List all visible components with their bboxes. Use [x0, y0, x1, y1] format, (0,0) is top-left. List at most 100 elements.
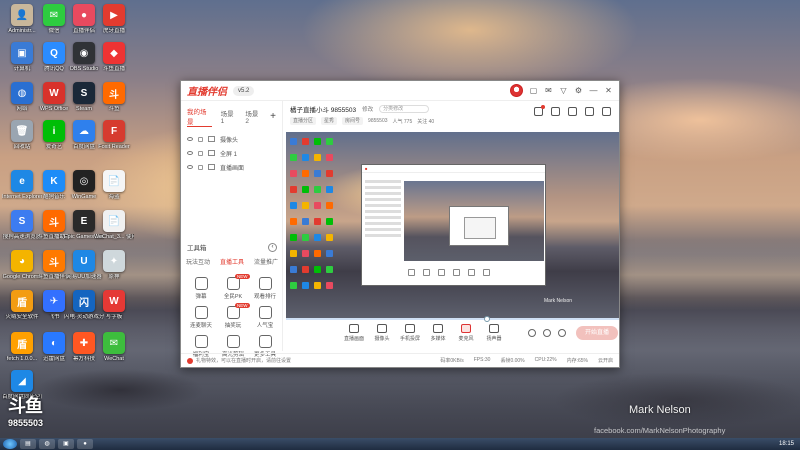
meta-chip[interactable]: 星秀: [321, 117, 338, 125]
title-bar[interactable]: 直播伴侣 v5.2 ▢ ✉ ▽ ⚙ — ✕: [181, 81, 619, 101]
minimize-icon[interactable]: —: [589, 86, 598, 95]
tool-icon: [258, 335, 272, 348]
speaker-button[interactable]: 扬声器: [480, 324, 508, 342]
mirrored-desktop-icon: [290, 218, 297, 225]
gift-icon[interactable]: [534, 105, 545, 116]
source-item[interactable]: 摄像头: [181, 132, 282, 146]
desktop-icon-label: WeChat: [104, 356, 124, 362]
screen-capture-button[interactable]: 直播画面: [340, 324, 368, 342]
media-icon: [433, 324, 443, 333]
media-button[interactable]: 多媒体: [424, 324, 452, 342]
status-notice[interactable]: 礼物特效，可以在直播时开启，请前往设置: [196, 357, 291, 364]
gear-icon[interactable]: [558, 329, 566, 337]
lock-icon[interactable]: [198, 164, 203, 170]
camera-button[interactable]: 摄像头: [368, 324, 396, 342]
tab-scene-1[interactable]: 场景1: [221, 108, 237, 125]
category-field[interactable]: 分类修改: [379, 105, 430, 113]
eye-icon[interactable]: [543, 329, 551, 337]
edit-title-link[interactable]: 修改: [362, 105, 373, 113]
desktop-icon[interactable]: W 写字板: [94, 290, 134, 334]
desktop-icon[interactable]: ◆ 斗鱼直播: [94, 42, 134, 86]
bell-icon[interactable]: [585, 107, 594, 116]
app-icon: W: [43, 82, 65, 104]
app-icon: ✉: [43, 4, 65, 26]
lock-icon[interactable]: [198, 136, 203, 142]
close-icon[interactable]: ✕: [604, 86, 613, 95]
shield-icon[interactable]: [568, 107, 577, 116]
desktop-icon-label: 写字板: [105, 314, 123, 320]
room-number: 9855503: [368, 118, 388, 124]
bottom-toolbar: 直播画面 摄像头 手机投屏 多媒体 麦克风 扬声器 开始直播: [286, 324, 619, 350]
divider-handle[interactable]: [484, 316, 490, 322]
visibility-icon[interactable]: [187, 165, 193, 169]
status-bar: 礼物特效，可以在直播时开启，请前往设置 码率0KB/s FPS:30 丢帧0.0…: [181, 353, 619, 367]
mirrored-desktop-icon: [314, 170, 321, 177]
tool-item[interactable]: 连麦聊天: [185, 306, 217, 329]
tab-scene-2[interactable]: 场景2: [245, 108, 261, 125]
app-icon: 👤: [11, 4, 33, 26]
source-item[interactable]: 全屏 1: [181, 146, 282, 160]
app-icon: S: [11, 210, 33, 232]
tab-interaction[interactable]: 玩法互动: [186, 257, 210, 266]
taskbar-browser-icon[interactable]: ◍: [39, 439, 55, 449]
lock-room-icon[interactable]: [551, 107, 560, 116]
mirrored-desktop-icon: [326, 282, 333, 289]
desktop-icon-label: 原神: [108, 274, 120, 280]
message-icon[interactable]: ✉: [544, 86, 553, 95]
tool-item[interactable]: NEW 全民PK: [217, 274, 250, 300]
follower-count: 关注 40: [417, 118, 435, 125]
desktop-icon[interactable]: ✉ WeChat: [94, 332, 134, 376]
app-icon: ◕: [11, 250, 33, 272]
settings-icon[interactable]: ⚙: [574, 86, 583, 95]
source-label: 全屏 1: [220, 151, 238, 158]
taskbar-app-icon[interactable]: ▣: [58, 439, 74, 449]
tool-icon: [258, 277, 272, 290]
microphone-button[interactable]: 麦克风: [452, 324, 480, 342]
app-icon: K: [43, 170, 65, 192]
tool-item[interactable]: 人气宝: [249, 306, 281, 329]
speaker-icon: [489, 324, 499, 333]
app-icon: 盾: [11, 332, 33, 354]
record-icon[interactable]: [528, 329, 536, 337]
source-item[interactable]: 直播画面: [181, 160, 282, 174]
start-live-button[interactable]: 开始直播: [576, 326, 618, 340]
tool-label: 观看排行: [253, 294, 276, 300]
preview-divider: [286, 316, 619, 322]
toolbox-collapse-icon[interactable]: ‹: [268, 242, 277, 252]
visibility-icon[interactable]: [187, 151, 193, 155]
skin-icon[interactable]: ▢: [529, 86, 538, 95]
add-scene-button[interactable]: +: [270, 111, 276, 122]
room-title: 橘子直播小斗 9855503: [290, 107, 357, 114]
taskbar-folder-icon[interactable]: ▤: [20, 439, 36, 449]
lock-icon[interactable]: [198, 150, 203, 156]
tool-item[interactable]: NEW 抽奖玩: [217, 303, 250, 329]
tool-item[interactable]: 观看排行: [249, 277, 281, 300]
app-icon: 📄: [103, 170, 125, 192]
stat-cloud[interactable]: 云开启: [598, 357, 613, 364]
desktop-icon[interactable]: 📄 WeChat_3... 使用说明: [94, 210, 134, 254]
vip-icon[interactable]: ▽: [559, 86, 568, 95]
start-button[interactable]: [3, 439, 17, 449]
desktop-icon[interactable]: F Foxit Reader: [94, 120, 134, 164]
desktop-icon[interactable]: 📄 海盗: [94, 170, 134, 214]
tool-item[interactable]: 弹幕: [185, 277, 217, 300]
app-icon: ▣: [11, 42, 33, 64]
source-label: 摄像头: [220, 137, 239, 144]
tab-live-tools[interactable]: 直播工具: [220, 257, 244, 266]
live-preview-canvas[interactable]: ■ Mark Nelson: [286, 132, 619, 318]
app-icon: W: [103, 290, 125, 312]
mirrored-desktop-icon: [314, 186, 321, 193]
quick-settings: [528, 329, 566, 337]
user-avatar[interactable]: [510, 84, 523, 97]
desktop-icon[interactable]: ✦ 原神: [94, 250, 134, 294]
tool-label: 全民PK: [223, 294, 243, 300]
version-badge[interactable]: v5.2: [233, 85, 255, 96]
share-icon[interactable]: [602, 107, 611, 116]
toolbox-header: 工具箱 ‹: [181, 242, 283, 252]
tab-promotion[interactable]: 流量推广: [254, 257, 278, 266]
visibility-icon[interactable]: [187, 137, 193, 141]
taskbar-live-icon[interactable]: ●: [77, 439, 93, 449]
tab-my-scenes[interactable]: 我的场景: [187, 106, 212, 127]
phone-cast-button[interactable]: 手机投屏: [396, 324, 424, 342]
system-clock: 18:15: [778, 441, 794, 447]
